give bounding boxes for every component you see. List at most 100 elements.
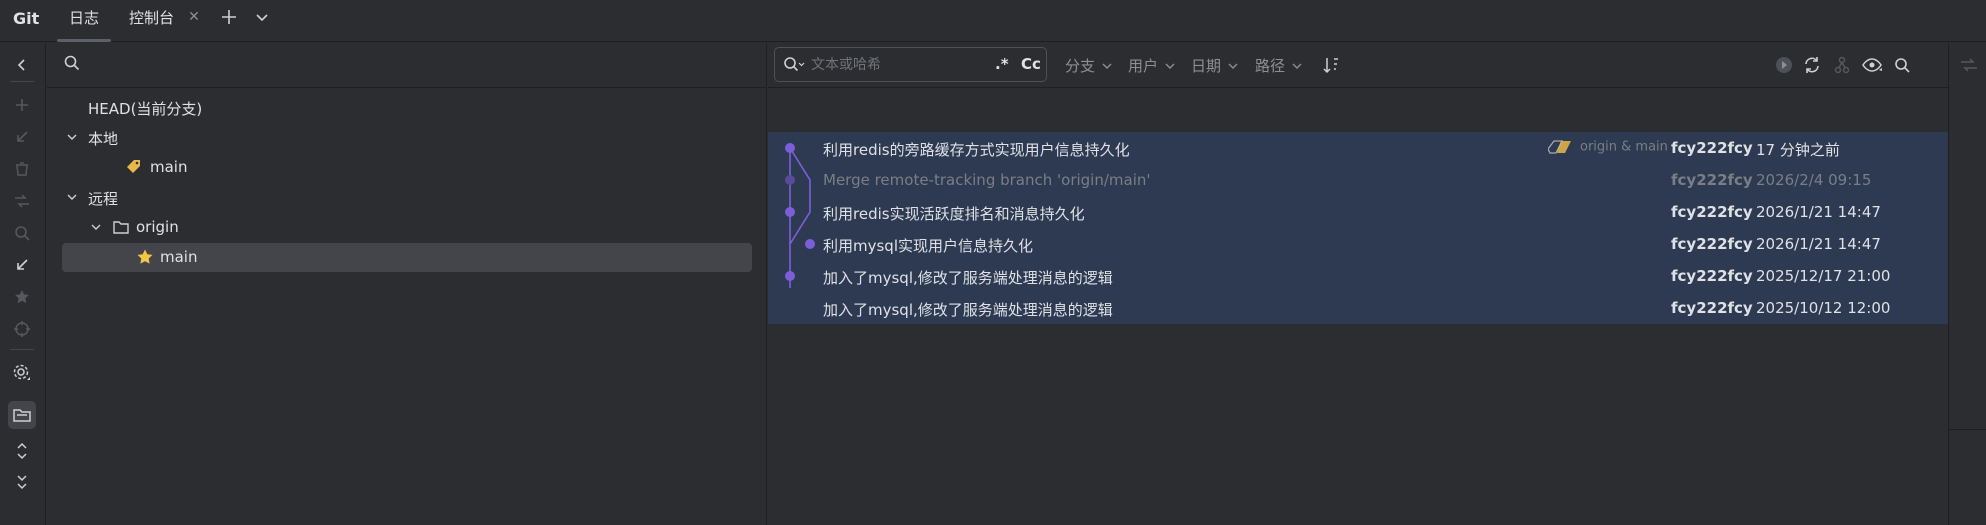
commit-node (805, 239, 815, 249)
tab-console-label: 控制台 (129, 9, 175, 27)
commit-author: fcy222fcy (1671, 235, 1753, 253)
commit-author: fcy222fcy (1671, 299, 1753, 317)
tree-item-local[interactable]: 本地 (62, 123, 752, 152)
details-panel-stripe (1948, 43, 1986, 525)
tab-bar: Git 日志 控制台 ✕ (0, 0, 1986, 42)
branch-icon[interactable] (1830, 53, 1854, 77)
commit-row[interactable]: 加入了mysql,修改了服务端处理消息的逻辑 fcy222fcy 2025/12… (768, 260, 1948, 292)
filter-user[interactable]: 用户 (1128, 55, 1176, 77)
tag-icon (125, 158, 143, 176)
commit-date: 2026/1/21 14:47 (1756, 203, 1881, 221)
commit-row[interactable]: 加入了mysql,修改了服务端处理消息的逻辑 fcy222fcy 2025/10… (768, 292, 1948, 324)
group-by-directory-icon[interactable] (8, 401, 36, 429)
favorite-icon[interactable] (10, 285, 34, 309)
collapse-all-icon[interactable] (10, 471, 34, 495)
search-icon (783, 56, 805, 74)
filter-path-label: 路径 (1255, 57, 1286, 75)
compare-icon[interactable] (10, 189, 34, 213)
refresh-icon[interactable] (1800, 53, 1824, 77)
left-toolbar (0, 43, 46, 525)
search-icon[interactable] (1890, 53, 1914, 77)
update-icon[interactable] (10, 253, 34, 277)
commit-date: 2025/12/17 21:00 (1756, 267, 1891, 285)
commit-graph (785, 143, 815, 288)
commit-author: fcy222fcy (1671, 203, 1753, 221)
commit-subject: 利用redis实现活跃度排名和消息持久化 (823, 205, 1085, 223)
remote-name: origin (136, 218, 179, 236)
chevron-down-icon[interactable] (64, 129, 80, 145)
remote-label: 远程 (88, 190, 119, 208)
add-icon[interactable] (10, 93, 34, 117)
settings-icon[interactable] (10, 361, 34, 385)
git-tool-window: Git 日志 控制台 ✕ HEAD(当前分支) 本地 main 远程 origi… (0, 0, 1986, 525)
branch-name: main (150, 158, 188, 176)
cherry-pick-icon[interactable] (1772, 53, 1796, 77)
log-toolbar: .* Cc 分支 用户 日期 路径 (768, 43, 1948, 87)
commit-row[interactable]: 利用redis实现活跃度排名和消息持久化 fcy222fcy 2026/1/21… (768, 196, 1948, 228)
chevron-down-icon[interactable] (64, 189, 80, 205)
sort-icon[interactable] (1319, 53, 1343, 77)
commit-row[interactable]: 利用mysql实现用户信息持久化 fcy222fcy 2026/1/21 14:… (768, 228, 1948, 260)
chevron-down-icon[interactable] (250, 5, 274, 29)
head-label: HEAD(当前分支) (88, 100, 203, 118)
commit-row[interactable]: Merge remote-tracking branch 'origin/mai… (768, 164, 1948, 196)
commit-search-box[interactable]: .* Cc (774, 47, 1047, 82)
local-label: 本地 (88, 130, 119, 148)
folder-icon (112, 218, 130, 236)
panel-divider (47, 87, 767, 88)
commit-search-input[interactable] (811, 53, 981, 77)
commit-date: 2026/2/4 09:15 (1756, 171, 1872, 189)
filter-user-label: 用户 (1128, 57, 1159, 75)
commit-subject: 利用redis的旁路缓存方式实现用户信息持久化 (823, 141, 1130, 159)
checkout-icon[interactable] (10, 125, 34, 149)
commit-author: fcy222fcy (1671, 171, 1753, 189)
filter-date[interactable]: 日期 (1191, 55, 1239, 77)
commit-node (785, 207, 795, 217)
filter-branch-label: 分支 (1065, 57, 1096, 75)
chevron-down-icon (1164, 58, 1176, 76)
filter-branch[interactable]: 分支 (1065, 55, 1113, 77)
search-icon[interactable] (62, 53, 82, 73)
chevron-down-icon[interactable] (88, 219, 104, 235)
commit-date: 2025/10/12 12:00 (1756, 299, 1891, 317)
search-icon[interactable] (10, 221, 34, 245)
branch-name: main (160, 248, 198, 266)
delete-icon[interactable] (10, 157, 34, 181)
regex-toggle[interactable]: .* (995, 55, 1009, 73)
target-icon[interactable] (10, 317, 34, 341)
graph-edge (789, 147, 811, 245)
panel-divider (1949, 429, 1986, 430)
commit-author: fcy222fcy (1671, 267, 1753, 285)
commit-refs: origin & main (1547, 139, 1668, 155)
commit-date: 17 分钟之前 (1756, 141, 1840, 159)
commit-row[interactable]: 利用redis的旁路缓存方式实现用户信息持久化 origin & main fc… (768, 132, 1948, 164)
tab-console[interactable]: 控制台 (117, 0, 186, 42)
tool-window-title: Git (13, 9, 40, 28)
tree-item-local-main[interactable]: main (62, 153, 752, 182)
branches-panel: HEAD(当前分支) 本地 main 远程 origin main (47, 43, 767, 525)
filter-path[interactable]: 路径 (1255, 55, 1303, 77)
commit-details-icon[interactable] (1957, 53, 1981, 77)
eye-icon[interactable] (1860, 53, 1884, 77)
tree-item-origin-main[interactable]: main (62, 243, 752, 272)
match-case-toggle[interactable]: Cc (1021, 55, 1041, 73)
tree-item-head[interactable]: HEAD(当前分支) (62, 93, 752, 122)
chevron-down-icon (1101, 58, 1113, 76)
tree-item-remote[interactable]: 远程 (62, 183, 752, 212)
star-icon (136, 248, 154, 266)
expand-all-icon[interactable] (10, 439, 34, 463)
collapse-left-icon[interactable] (10, 53, 34, 77)
commit-subject: Merge remote-tracking branch 'origin/mai… (823, 171, 1151, 189)
toolbar-divider (10, 349, 34, 350)
tree-item-origin[interactable]: origin (62, 213, 752, 242)
add-tab-icon[interactable] (217, 5, 241, 29)
commit-subject: 加入了mysql,修改了服务端处理消息的逻辑 (823, 301, 1113, 319)
commit-node (785, 175, 795, 185)
filter-date-label: 日期 (1191, 57, 1222, 75)
tab-log[interactable]: 日志 (57, 0, 112, 42)
log-panel: .* Cc 分支 用户 日期 路径 (768, 43, 1948, 525)
chevron-down-icon (1227, 58, 1239, 76)
toolbar-divider (10, 81, 34, 82)
commit-subject: 加入了mysql,修改了服务端处理消息的逻辑 (823, 269, 1113, 287)
close-tab-icon[interactable]: ✕ (186, 9, 202, 25)
